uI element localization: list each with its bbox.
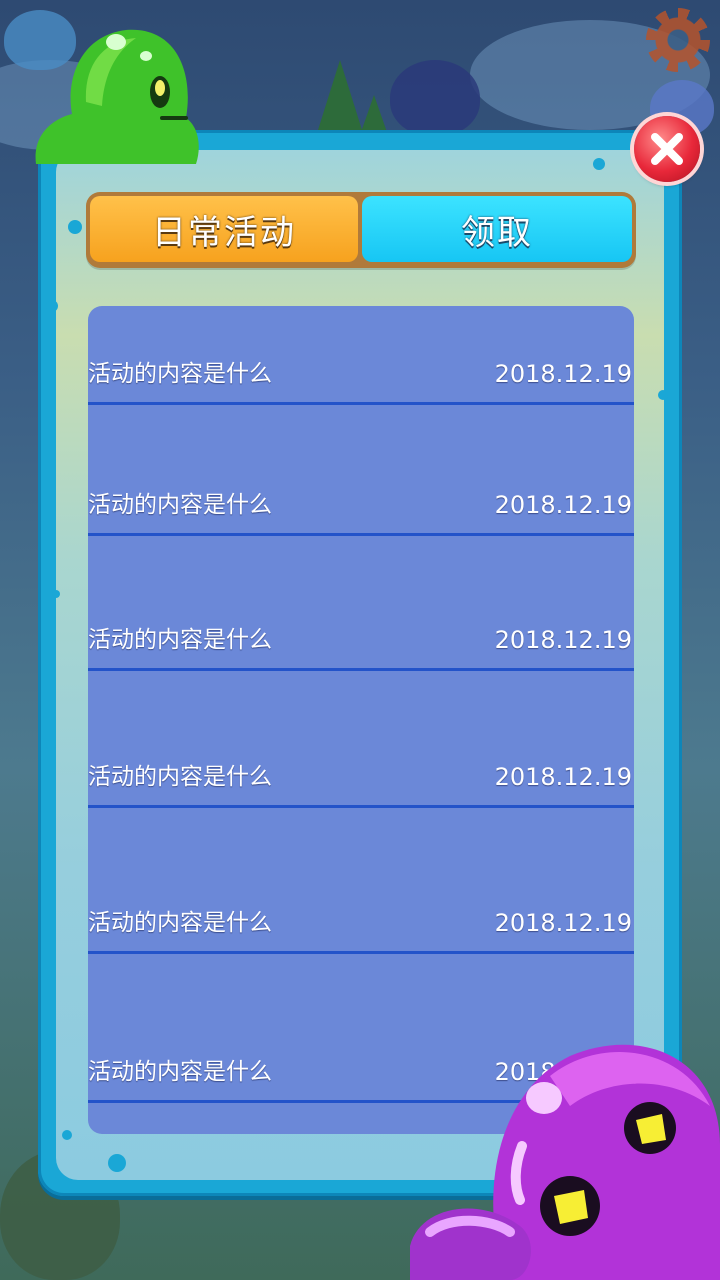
list-item[interactable]: 活动的内容是什么 2018.12.19: [88, 671, 634, 808]
gear-icon[interactable]: [646, 8, 710, 72]
activity-date: 2018.12.19: [494, 763, 632, 791]
tab-claim[interactable]: 领取: [362, 196, 632, 262]
activity-title: 活动的内容是什么: [88, 627, 272, 653]
activity-title: 活动的内容是什么: [88, 910, 272, 936]
list-item[interactable]: 活动的内容是什么 2018.12.19: [88, 536, 634, 671]
list-item[interactable]: 活动的内容是什么 2018.12.19: [88, 405, 634, 536]
activity-date: 2018.12.19: [494, 360, 632, 388]
activity-title: 活动的内容是什么: [88, 1059, 272, 1085]
purple-slime-mascot: [410, 1044, 720, 1280]
activity-date: 2018.12.19: [494, 491, 632, 519]
activity-date: 2018.12.19: [494, 626, 632, 654]
navy-slime-background: [390, 60, 480, 136]
tab-daily-activity[interactable]: 日常活动: [90, 196, 358, 262]
activity-list[interactable]: 活动的内容是什么 2018.12.19 活动的内容是什么 2018.12.19 …: [88, 306, 634, 1134]
green-slime-mascot: [35, 29, 199, 164]
close-icon: [651, 133, 683, 165]
activity-title: 活动的内容是什么: [88, 764, 272, 790]
activity-date: 2018.12.19: [494, 909, 632, 937]
list-item[interactable]: 活动的内容是什么 2018.12.19: [88, 808, 634, 954]
activity-title: 活动的内容是什么: [88, 361, 272, 387]
activity-title: 活动的内容是什么: [88, 492, 272, 518]
list-item[interactable]: 活动的内容是什么 2018.12.19: [88, 306, 634, 405]
close-button[interactable]: [634, 116, 700, 182]
tab-bar: 日常活动 领取: [86, 192, 636, 268]
